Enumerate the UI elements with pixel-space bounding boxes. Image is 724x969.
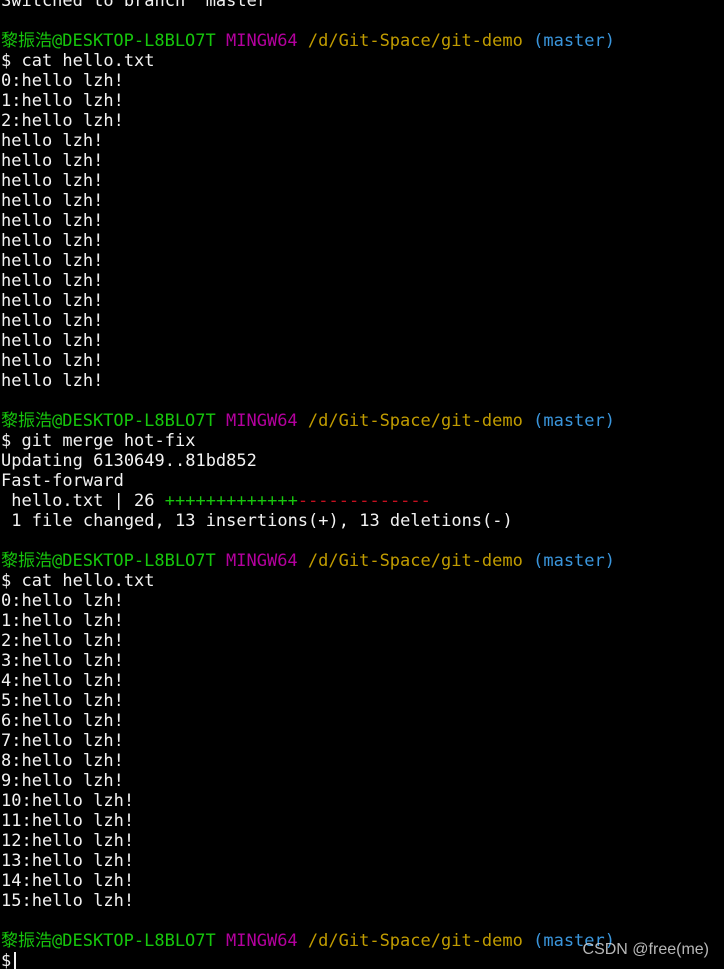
prompt-path: /d/Git-Space/git-demo <box>307 411 523 431</box>
shell-prompt: 黎振浩@DESKTOP-L8BLO7T MINGW64 /d/Git-Space… <box>1 551 724 571</box>
diffstat-deletions-bar: ------------- <box>297 491 431 511</box>
prompt-system: MINGW64 <box>226 931 298 951</box>
output-line: 6:hello lzh! <box>1 711 124 731</box>
command-line: $ cat hello.txt <box>1 51 155 71</box>
output-line: hello lzh! <box>1 311 104 331</box>
output-line: 3:hello lzh! <box>1 651 124 671</box>
prompt-branch: (master) <box>533 551 615 571</box>
shell-prompt: 黎振浩@DESKTOP-L8BLO7T MINGW64 /d/Git-Space… <box>1 31 724 51</box>
output-line: 2:hello lzh! <box>1 631 124 651</box>
prompt-branch: (master) <box>533 411 615 431</box>
output-line: hello lzh! <box>1 371 104 391</box>
terminal-scrollback: Switched to branch 'master' 黎振浩@DESKTOP-… <box>1 0 724 969</box>
command-line: $ git merge hot-fix <box>1 431 196 451</box>
diffstat-file: hello.txt | 26 <box>1 491 165 511</box>
prompt-user-host: 黎振浩@DESKTOP-L8BLO7T <box>1 411 216 431</box>
shell-prompt: 黎振浩@DESKTOP-L8BLO7T MINGW64 /d/Git-Space… <box>1 411 724 431</box>
output-line: 12:hello lzh! <box>1 831 135 851</box>
diffstat-insertions-bar: +++++++++++++ <box>164 491 298 511</box>
output-line: hello lzh! <box>1 291 104 311</box>
output-line: hello lzh! <box>1 231 104 251</box>
prompt-branch: (master) <box>533 31 615 51</box>
output-line: 0:hello lzh! <box>1 71 124 91</box>
output-line: 5:hello lzh! <box>1 691 124 711</box>
merge-updating-line: Updating 6130649..81bd852 <box>1 451 257 471</box>
diffstat-line: hello.txt | 26 +++++++++++++------------… <box>1 491 724 511</box>
output-line: hello lzh! <box>1 251 104 271</box>
command-line: $ cat hello.txt <box>1 571 155 591</box>
output-line: 11:hello lzh! <box>1 811 135 831</box>
prompt-user-host: 黎振浩@DESKTOP-L8BLO7T <box>1 931 216 951</box>
prompt-path: /d/Git-Space/git-demo <box>307 31 523 51</box>
prompt-path: /d/Git-Space/git-demo <box>307 931 523 951</box>
output-line: 0:hello lzh! <box>1 591 124 611</box>
text-cursor <box>14 952 17 969</box>
output-line: 8:hello lzh! <box>1 751 124 771</box>
output-line: 4:hello lzh! <box>1 671 124 691</box>
output-line: 1:hello lzh! <box>1 611 124 631</box>
output-line: 9:hello lzh! <box>1 771 124 791</box>
prompt-system: MINGW64 <box>226 31 298 51</box>
prompt-system: MINGW64 <box>226 551 298 571</box>
output-line: 10:hello lzh! <box>1 791 135 811</box>
cat-output-before-merge: 0:hello lzh! 1:hello lzh! 2:hello lzh! h… <box>1 71 724 391</box>
prompt-user-host: 黎振浩@DESKTOP-L8BLO7T <box>1 31 216 51</box>
prompt-path: /d/Git-Space/git-demo <box>307 551 523 571</box>
output-line: hello lzh! <box>1 211 104 231</box>
output-line: hello lzh! <box>1 331 104 351</box>
prompt-dollar: $ <box>1 951 12 969</box>
output-line: hello lzh! <box>1 271 104 291</box>
prompt-system: MINGW64 <box>226 411 298 431</box>
output-line: hello lzh! <box>1 151 104 171</box>
output-line: 7:hello lzh! <box>1 731 124 751</box>
prompt-user-host: 黎振浩@DESKTOP-L8BLO7T <box>1 551 216 571</box>
output-line: 14:hello lzh! <box>1 871 135 891</box>
output-line: hello lzh! <box>1 171 104 191</box>
output-line: hello lzh! <box>1 191 104 211</box>
output-line: 1:hello lzh! <box>1 91 124 111</box>
output-line: 13:hello lzh! <box>1 851 135 871</box>
cat-output-after-merge: 0:hello lzh! 1:hello lzh! 2:hello lzh! 3… <box>1 591 724 911</box>
csdn-watermark: CSDN @free(me) <box>582 941 709 958</box>
terminal-window[interactable]: Switched to branch 'master' 黎振浩@DESKTOP-… <box>0 0 724 969</box>
output-line: hello lzh! <box>1 351 104 371</box>
output-line: 2:hello lzh! <box>1 111 124 131</box>
history-switched-line: Switched to branch 'master' <box>1 0 278 11</box>
diffstat-summary: 1 file changed, 13 insertions(+), 13 del… <box>1 511 513 531</box>
output-line: hello lzh! <box>1 131 104 151</box>
output-line: 15:hello lzh! <box>1 891 135 911</box>
merge-fast-forward-line: Fast-forward <box>1 471 124 491</box>
